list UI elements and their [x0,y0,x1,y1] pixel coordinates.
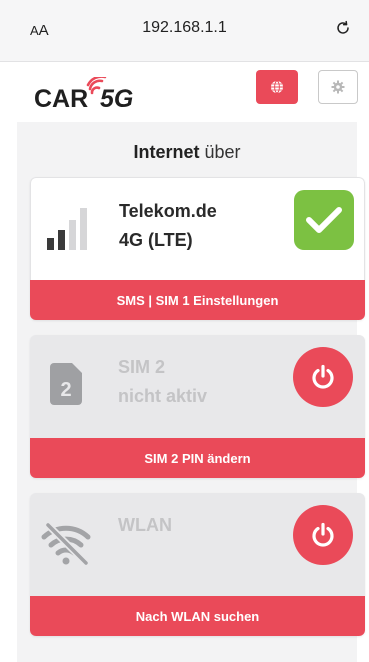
wlan-power-button[interactable] [293,505,353,565]
gear-icon [331,80,345,94]
signal-bars-icon [47,208,87,250]
globe-icon [271,80,283,94]
svg-text:CAR: CAR [34,85,88,113]
sim2-status-text: nicht aktiv [118,386,208,406]
wlan-search-button[interactable]: Nach WLAN suchen [30,596,365,636]
sim1-status [294,190,354,250]
sim2-card: 2 SIM 2 nicht aktiv SIM 2 PIN ändern [30,335,365,478]
reload-icon[interactable] [335,20,351,36]
section-title-bold: Internet [133,142,200,162]
wlan-card: WLAN Nach WLAN suchen [30,493,365,636]
sim-card-icon: 2 [50,363,82,405]
power-icon [312,364,334,389]
sim1-settings-button[interactable]: SMS | SIM 1 Einstellungen [30,280,365,320]
app-header: CAR 5G [17,62,357,122]
url-field[interactable]: 192.168.1.1 [0,19,369,37]
power-icon [312,522,334,547]
wlan-title: WLAN [118,515,172,535]
car5g-logo: CAR 5G [34,77,133,113]
sim-card-number: 2 [60,379,71,401]
language-button[interactable] [256,70,298,104]
browser-address-bar: AA 192.168.1.1 [0,0,369,62]
section-title: Internet über [17,142,357,163]
wifi-off-icon [41,522,91,566]
svg-text:5G: 5G [100,85,133,113]
settings-button[interactable] [318,70,358,104]
section-title-rest: über [199,142,241,162]
sim1-provider: Telekom.de [119,201,217,221]
sim1-network-type: 4G (LTE) [119,230,193,250]
sim1-card: Telekom.de 4G (LTE) SMS | SIM 1 Einstell… [30,177,365,320]
sim2-title: SIM 2 [118,357,166,377]
sim2-pin-button[interactable]: SIM 2 PIN ändern [30,438,365,478]
sim2-power-button[interactable] [293,347,353,407]
check-icon [306,207,342,233]
